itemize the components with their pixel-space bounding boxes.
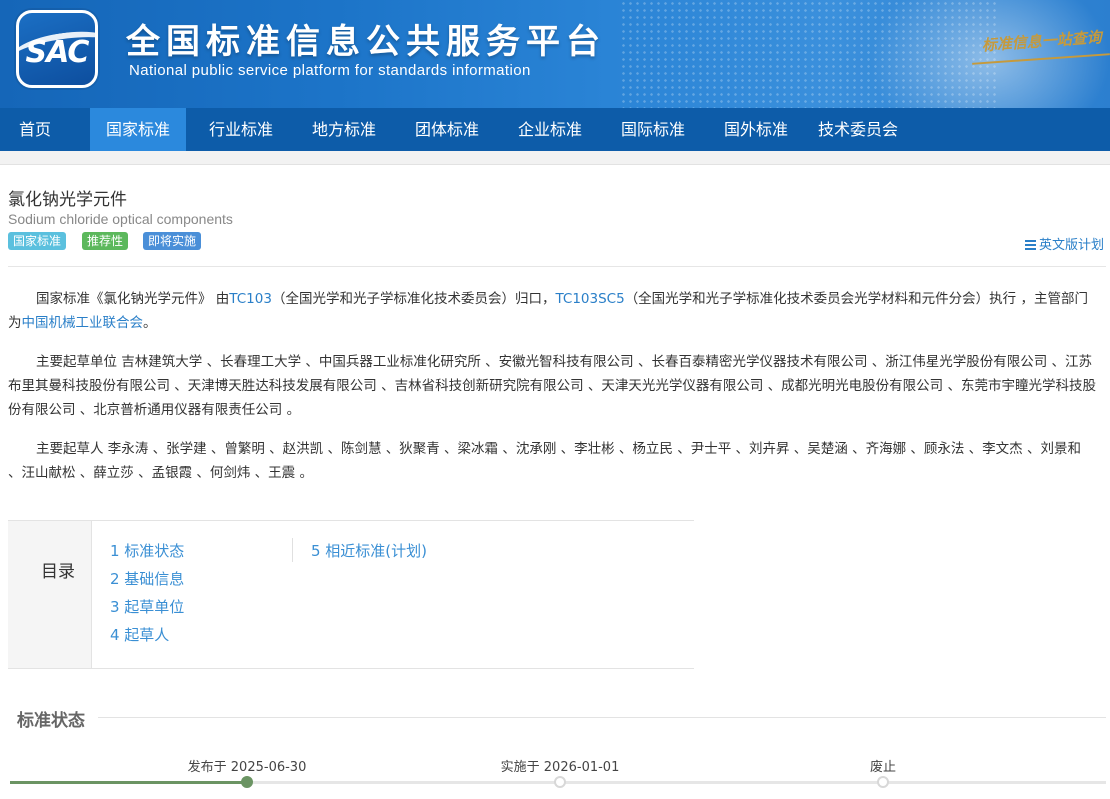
toc-label: 目录 bbox=[41, 562, 75, 582]
tc103sc5-link[interactable]: TC103SC5 bbox=[555, 291, 624, 307]
drafting-units-paragraph: 主要起草单位 吉林建筑大学 、长春理工大学 、中国兵器工业标准化研究所 、安徽光… bbox=[8, 354, 1096, 418]
timeline-progress bbox=[10, 781, 247, 784]
nav-item-home[interactable]: 首页 bbox=[0, 108, 70, 151]
title-divider bbox=[8, 266, 1106, 267]
sac-logo[interactable]: SAC bbox=[16, 10, 98, 88]
status-section-rule bbox=[98, 717, 1106, 718]
nav-item-foreign-standards[interactable]: 国外标准 bbox=[708, 108, 804, 151]
drafters-paragraph: 主要起草人 李永涛 、张学建 、曾繁明 、赵洪凯 、陈剑慧 、狄聚青 、梁冰霜 … bbox=[8, 441, 1081, 481]
standard-title-cn: 氯化钠光学元件 bbox=[8, 190, 127, 210]
department-link[interactable]: 中国机械工业联合会 bbox=[22, 315, 144, 331]
site-title-cn: 全国标准信息公共服务平台 bbox=[126, 22, 606, 62]
english-plan-link[interactable]: 英文版计划 bbox=[1024, 234, 1104, 253]
badge-upcoming: 即将实施 bbox=[143, 232, 202, 250]
standard-title-en: Sodium chloride optical components bbox=[8, 211, 233, 227]
nav-item-international-standards[interactable]: 国际标准 bbox=[605, 108, 701, 151]
logo-text: SAC bbox=[25, 35, 90, 70]
site-title-en: National public service platform for sta… bbox=[129, 62, 531, 79]
timeline-label-effective: 实施于 2026-01-01 bbox=[500, 760, 620, 775]
nav-bottom-strip bbox=[0, 151, 1110, 165]
toc-label-box: 目录 bbox=[8, 521, 92, 668]
status-section-title: 标准状态 bbox=[17, 711, 85, 731]
toc-link-status[interactable]: 1 标准状态 bbox=[110, 540, 184, 561]
main-nav: 首页 国家标准 行业标准 地方标准 团体标准 企业标准 国际标准 国外标准 技术… bbox=[0, 108, 1110, 151]
site-banner: SAC 全国标准信息公共服务平台 National public service… bbox=[0, 0, 1110, 108]
badge-national-standard: 国家标准 bbox=[8, 232, 67, 250]
toc-column-separator bbox=[292, 538, 293, 562]
intro-suffix: 。 bbox=[143, 315, 157, 331]
timeline-label-published: 发布于 2025-06-30 bbox=[187, 760, 307, 775]
toc-link-drafting-units[interactable]: 3 起草单位 bbox=[110, 596, 184, 617]
nav-item-technical-committees[interactable]: 技术委员会 bbox=[808, 108, 908, 151]
timeline-dot-effective bbox=[554, 776, 566, 788]
tc103-name: （全国光学和光子学标准化技术委员会）归口， bbox=[271, 291, 556, 307]
english-plan-label: 英文版计划 bbox=[1038, 238, 1104, 253]
nav-item-national-standards[interactable]: 国家标准 bbox=[90, 108, 186, 151]
nav-item-enterprise-standards[interactable]: 企业标准 bbox=[502, 108, 598, 151]
toc-link-drafters[interactable]: 4 起草人 bbox=[110, 624, 169, 645]
table-of-contents: 目录 1 标准状态 2 基础信息 3 起草单位 4 起草人 5 相近标准(计划) bbox=[8, 520, 694, 669]
intro-paragraph-committee: 国家标准《氯化钠光学元件》 由TC103（全国光学和光子学标准化技术委员会）归口… bbox=[8, 287, 1098, 335]
nav-item-group-standards[interactable]: 团体标准 bbox=[399, 108, 495, 151]
nav-item-local-standards[interactable]: 地方标准 bbox=[296, 108, 392, 151]
intro-prefix: 国家标准《氯化钠光学元件》 由 bbox=[36, 291, 230, 307]
list-icon bbox=[1024, 240, 1036, 250]
toc-link-basic-info[interactable]: 2 基础信息 bbox=[110, 568, 184, 589]
badge-recommended: 推荐性 bbox=[82, 232, 129, 250]
toc-link-similar-standards[interactable]: 5 相近标准(计划) bbox=[311, 540, 427, 561]
timeline-dot-abolished bbox=[877, 776, 889, 788]
nav-item-industry-standards[interactable]: 行业标准 bbox=[193, 108, 289, 151]
timeline-label-abolished: 废止 bbox=[869, 760, 897, 775]
timeline-dot-published bbox=[241, 776, 253, 788]
tc103-link[interactable]: TC103 bbox=[229, 291, 272, 307]
